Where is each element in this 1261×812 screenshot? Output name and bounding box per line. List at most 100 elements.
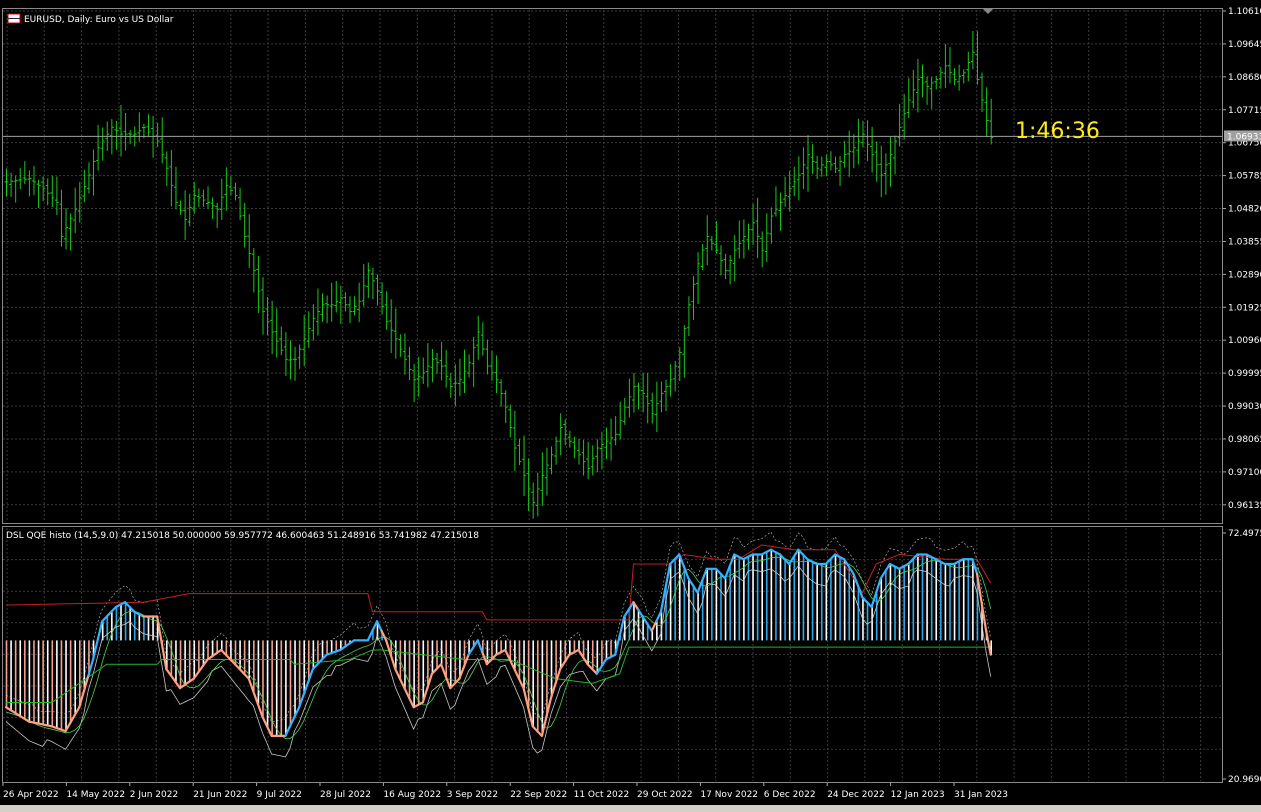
- time-tick-label: 2 Jun 2022: [130, 790, 178, 800]
- ohlc-bar: [792, 167, 797, 197]
- ohlc-bar: [412, 364, 417, 403]
- ohlc-bar: [943, 44, 948, 88]
- ohlc-bar: [659, 381, 664, 413]
- ohlc-bar: [485, 339, 490, 375]
- price-tick-label: 0.96135: [1228, 501, 1261, 511]
- ohlc-bar: [609, 418, 614, 461]
- ohlc-bar: [860, 120, 865, 148]
- price-panel-border: [2, 8, 1223, 524]
- ohlc-bar: [73, 187, 78, 234]
- ohlc-bar: [668, 364, 673, 397]
- ohlc-bar: [526, 458, 531, 512]
- dsl-upper-level: [5, 544, 992, 621]
- time-axis: 26 Apr 2022 14 May 2022 2 Jun 2022 21 Jun 2…: [2, 782, 1008, 800]
- ohlc-bar: [627, 378, 632, 418]
- ohlc-bar: [334, 280, 339, 313]
- ohlc-bar: [558, 413, 563, 456]
- bar-countdown-timer: 1:46:36: [1015, 119, 1100, 144]
- ohlc-bar: [911, 70, 916, 109]
- ohlc-bar: [696, 252, 701, 304]
- ohlc-bar: [549, 446, 554, 475]
- ohlc-bar: [970, 30, 975, 70]
- ohlc-bar: [572, 436, 577, 459]
- time-tick-label: 11 Oct 2022: [574, 790, 630, 800]
- ohlc-bar: [618, 401, 623, 440]
- qqe-signal-line: [5, 556, 992, 740]
- ohlc-bar: [206, 186, 211, 209]
- ohlc-bar: [361, 264, 366, 307]
- ohlc-bar: [522, 435, 527, 497]
- price-tick-label: 1.05785: [1228, 172, 1261, 182]
- ohlc-bar: [119, 105, 123, 157]
- ohlc-bar: [64, 208, 69, 250]
- qqe-line-segment: [504, 648, 511, 661]
- price-tick-label: 0.99995: [1228, 369, 1261, 379]
- ohlc-bar: [989, 98, 994, 145]
- qqe-line-segment: [174, 680, 182, 690]
- ohlc-bar: [169, 149, 174, 207]
- ohlc-bar: [137, 112, 142, 142]
- time-tick-label: 3 Sep 2022: [447, 790, 498, 800]
- ohlc-bar: [769, 207, 774, 244]
- ohlc-bar: [256, 255, 261, 314]
- ohlc-bar: [828, 151, 833, 171]
- qqe-line-segment: [879, 570, 887, 580]
- time-tick-label: 16 Aug 2022: [383, 790, 441, 800]
- qqe-line-segment: [398, 677, 406, 690]
- price-tick-label: 1.01925: [1228, 303, 1261, 313]
- price-panel-title: EURUSD, Daily: Euro vs US Dollar: [24, 15, 174, 25]
- ohlc-bar: [851, 134, 856, 169]
- ohlc-bar: [984, 87, 989, 138]
- ohlc-bar: [444, 350, 449, 388]
- ohlc-bar: [810, 144, 815, 174]
- ohlc-bar: [265, 296, 270, 336]
- histogram: [5, 549, 993, 736]
- bottom-tab-bar[interactable]: [0, 805, 1261, 812]
- ohlc-bar: [613, 416, 618, 446]
- ohlc-bar: [435, 352, 440, 375]
- ohlc-bar: [531, 482, 536, 519]
- ohlc-bar: [870, 126, 875, 173]
- time-tick-label: 31 Jan 2023: [954, 790, 1008, 800]
- ohlc-bar: [123, 112, 128, 151]
- ohlc-bar: [288, 340, 293, 380]
- ohlc-bar: [631, 373, 636, 413]
- ohlc-bar: [329, 282, 334, 322]
- ohlc-bar: [36, 179, 41, 208]
- ohlc-bar: [893, 135, 898, 175]
- price-tick-label: 1.08680: [1228, 73, 1261, 83]
- qqe-line-segment: [261, 715, 269, 728]
- ohlc-bar: [773, 186, 778, 217]
- price-tick-label: 0.98065: [1228, 435, 1261, 445]
- ohlc-bar: [393, 308, 398, 359]
- ohlc-bar: [68, 213, 73, 251]
- ohlc-bar: [957, 64, 962, 91]
- ohlc-bar: [819, 156, 824, 177]
- ohlc-bar: [146, 114, 151, 138]
- ohlc-bar: [934, 76, 939, 90]
- ohlc-bar: [306, 311, 311, 349]
- ohlc-bar: [512, 410, 517, 472]
- ohlc-bar: [581, 439, 586, 476]
- ohlc-bar: [251, 248, 256, 293]
- qqe-line-segment: [407, 696, 415, 709]
- ohlc-bar: [201, 189, 206, 207]
- ohlc-bar: [407, 347, 412, 381]
- ohlc-bar: [160, 117, 165, 164]
- qqe-line-segment: [792, 548, 800, 558]
- ohlc-bar: [228, 176, 233, 196]
- price-tick-label: 1.07715: [1228, 106, 1261, 116]
- indicator-axis: 72.4975 20.9690: [1222, 529, 1261, 785]
- ohlc-bar: [370, 267, 375, 300]
- ohlc-bar: [586, 441, 591, 480]
- ohlc-bar: [233, 182, 238, 201]
- ohlc-bar: [311, 304, 316, 341]
- qqe-line-segment: [655, 610, 663, 623]
- qqe-line-segment: [165, 667, 172, 677]
- time-tick-label: 6 Dec 2022: [764, 790, 816, 800]
- ohlc-bar: [215, 202, 220, 229]
- ohlc-bar: [714, 220, 719, 254]
- ohlc-bar: [366, 262, 371, 299]
- ohlc-bar: [293, 346, 298, 381]
- ohlc-bar: [279, 326, 284, 356]
